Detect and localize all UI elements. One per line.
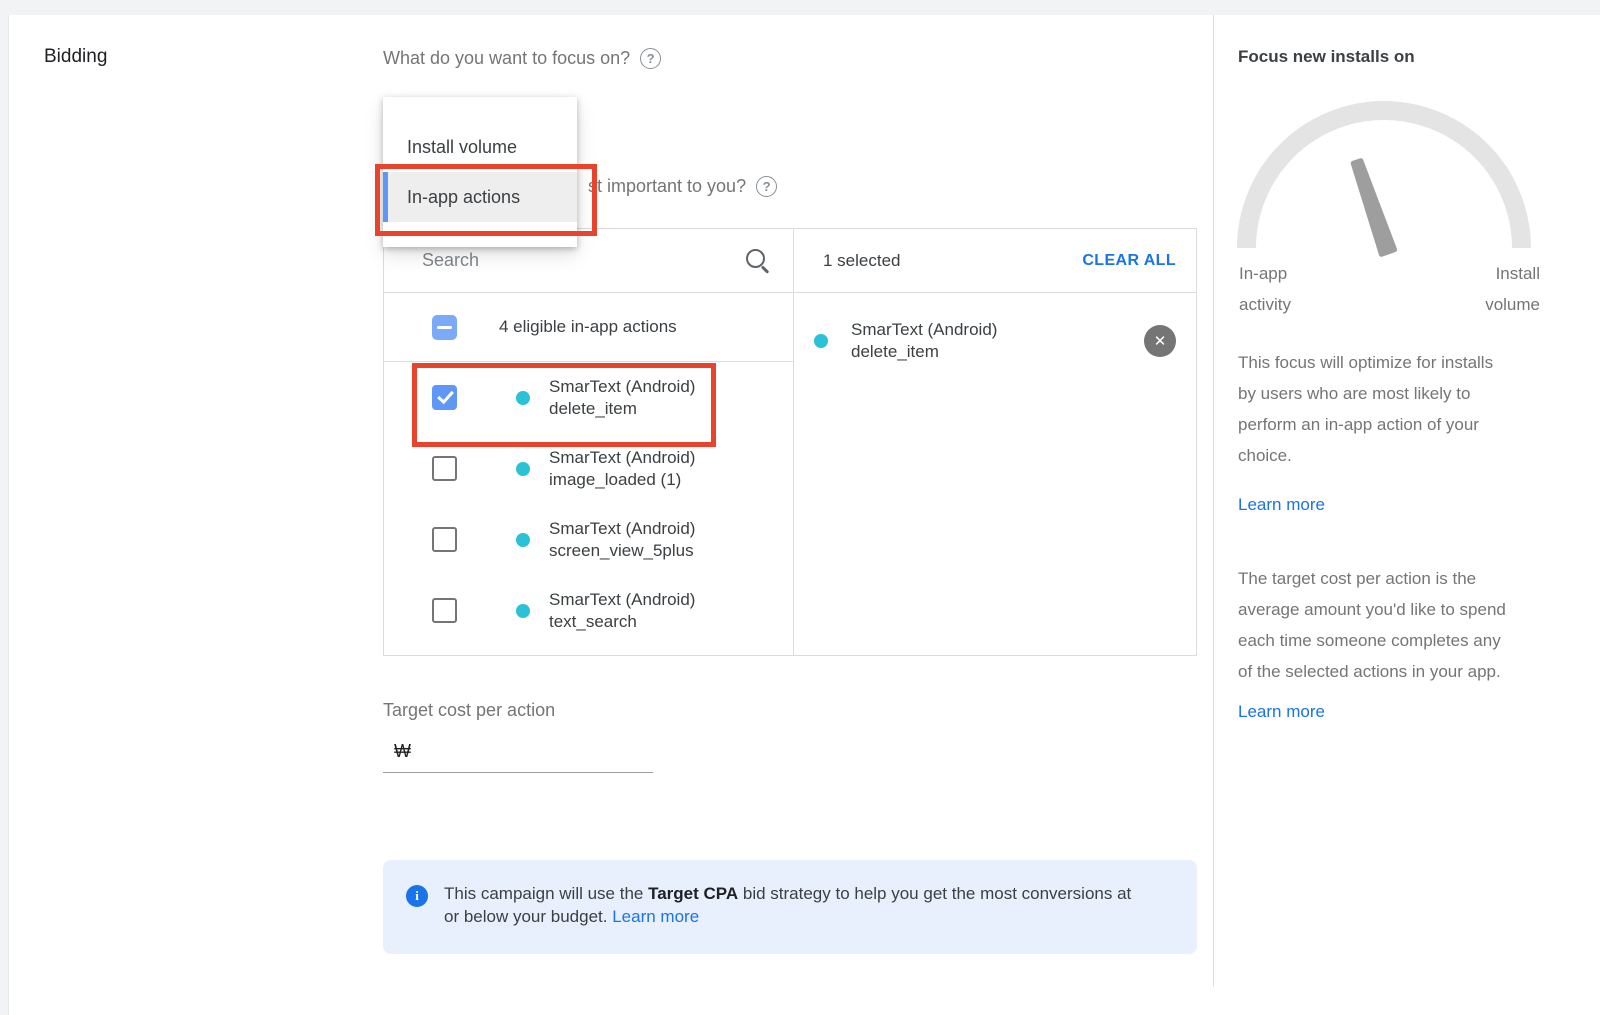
sidebar-divider	[1213, 15, 1214, 986]
action-app-line: SmarText (Android)	[549, 376, 695, 398]
sidebar-paragraph-cpa: The target cost per action is the averag…	[1238, 563, 1552, 687]
gauge-right-label: Install volume	[1485, 258, 1540, 320]
focus-gauge	[1237, 99, 1533, 257]
banner-bold-text: Target CPA	[648, 884, 738, 903]
in-app-actions-question: st important to you? ?	[588, 176, 777, 197]
action-label: SmarText (Android) screen_view_5plus	[549, 518, 695, 562]
help-icon[interactable]: ?	[756, 176, 777, 197]
event-dot-icon	[814, 334, 828, 348]
search-input[interactable]	[420, 249, 745, 272]
action-name-line: screen_view_5plus	[549, 540, 695, 562]
picker-available-pane: 4 eligible in-app actions SmarText (Andr…	[384, 229, 794, 655]
selected-action-line: delete_item	[851, 341, 1144, 363]
clear-all-button[interactable]: CLEAR ALL	[1082, 252, 1176, 270]
sidebar-paragraph-focus: This focus will optimize for installs by…	[1238, 347, 1552, 471]
bid-strategy-banner: i This campaign will use the Target CPA …	[383, 860, 1197, 954]
action-checkbox[interactable]	[432, 456, 457, 481]
in-app-action-picker: 4 eligible in-app actions SmarText (Andr…	[383, 228, 1197, 656]
selected-count: 1 selected	[823, 251, 901, 271]
eligible-header-row[interactable]: 4 eligible in-app actions	[384, 293, 793, 362]
dropdown-item-in-app-actions[interactable]: In-app actions	[383, 172, 577, 222]
selected-app-line: SmarText (Android)	[851, 319, 1144, 341]
sidebar-learn-more-1[interactable]: Learn more	[1238, 495, 1325, 515]
in-app-action-row[interactable]: SmarText (Android) screen_view_5plus	[384, 504, 793, 575]
currency-symbol: ₩	[383, 741, 411, 762]
focus-dropdown-menu: Install volume In-app actions	[383, 97, 577, 247]
banner-learn-more-link[interactable]: Learn more	[612, 907, 699, 926]
action-app-line: SmarText (Android)	[549, 518, 695, 540]
search-icon[interactable]	[745, 248, 771, 274]
action-checkbox[interactable]	[432, 385, 457, 410]
action-name-line: image_loaded (1)	[549, 469, 695, 491]
in-app-action-row[interactable]: SmarText (Android) text_search	[384, 575, 793, 646]
section-title: Bidding	[44, 46, 107, 68]
target-cpa-label: Target cost per action	[383, 700, 555, 721]
selected-header-row: 1 selected CLEAR ALL	[794, 229, 1196, 293]
event-dot-icon	[516, 604, 530, 618]
sidebar-title: Focus new installs on	[1238, 47, 1415, 67]
in-app-action-row[interactable]: SmarText (Android) image_loaded (1)	[384, 433, 793, 504]
in-app-actions-question-text: st important to you?	[588, 176, 746, 197]
action-checkbox[interactable]	[432, 598, 457, 623]
action-name-line: delete_item	[549, 398, 695, 420]
banner-text-before: This campaign will use the	[444, 884, 648, 903]
gauge-needle-icon	[1353, 161, 1394, 255]
event-dot-icon	[516, 533, 530, 547]
selected-item-row: SmarText (Android) delete_item ✕	[794, 293, 1196, 363]
action-label: SmarText (Android) delete_item	[549, 376, 695, 420]
help-icon[interactable]: ?	[640, 48, 661, 69]
event-dot-icon	[516, 391, 530, 405]
action-label: SmarText (Android) text_search	[549, 589, 695, 633]
gauge-labels: In-app activity Install volume	[1239, 258, 1540, 320]
target-cpa-input[interactable]	[415, 740, 653, 763]
info-icon: i	[406, 885, 428, 907]
action-app-line: SmarText (Android)	[549, 447, 695, 469]
selected-item-label: SmarText (Android) delete_item	[851, 319, 1144, 363]
remove-selected-button[interactable]: ✕	[1144, 325, 1176, 357]
picker-selected-pane: 1 selected CLEAR ALL SmarText (Android) …	[794, 229, 1196, 655]
action-app-line: SmarText (Android)	[549, 589, 695, 611]
action-checkbox[interactable]	[432, 527, 457, 552]
eligible-header-label: 4 eligible in-app actions	[499, 317, 677, 337]
event-dot-icon	[516, 462, 530, 476]
banner-text: This campaign will use the Target CPA bi…	[444, 882, 1134, 928]
focus-question-text: What do you want to focus on?	[383, 48, 630, 69]
select-all-checkbox-indeterminate[interactable]	[432, 315, 457, 340]
focus-question: What do you want to focus on? ?	[383, 48, 661, 69]
action-name-line: text_search	[549, 611, 695, 633]
gauge-left-label: In-app activity	[1239, 258, 1291, 320]
target-cpa-field: ₩	[383, 740, 653, 773]
in-app-action-row[interactable]: SmarText (Android) delete_item	[384, 362, 793, 433]
action-label: SmarText (Android) image_loaded (1)	[549, 447, 695, 491]
sidebar-learn-more-2[interactable]: Learn more	[1238, 702, 1325, 722]
dropdown-item-install-volume[interactable]: Install volume	[383, 122, 577, 172]
